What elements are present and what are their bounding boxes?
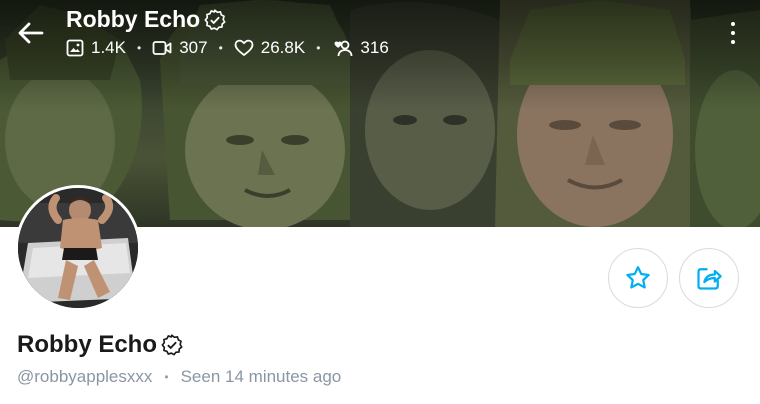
profile-display-name: Robby Echo [17,331,158,358]
header-title: Robby Echo [66,6,226,33]
share-icon [697,268,722,290]
kebab-dot [731,22,735,26]
more-options-button[interactable] [722,20,744,46]
stat-photos: 1.4K [66,38,126,58]
separator-dot: • [136,41,142,55]
stat-fans-value: 316 [360,38,389,57]
stat-fans: 316 [331,38,389,58]
kebab-dot [731,40,735,44]
arrow-left-icon [18,22,44,44]
stat-photos-value: 1.4K [91,38,126,57]
avatar[interactable] [15,185,141,311]
stat-likes: 26.8K [234,38,305,58]
avatar-photo [18,188,138,308]
stat-likes-value: 26.8K [260,38,306,57]
verified-badge-icon [204,8,226,31]
profile-subline: @robbyapplesxxx • Seen 14 minutes ago [17,367,341,387]
heart-icon [234,39,254,56]
separator-dot: • [164,370,169,384]
stat-videos-value: 307 [179,38,208,57]
image-icon [66,39,84,57]
star-icon [626,266,650,289]
verified-badge-icon [161,334,183,356]
fans-icon [334,40,353,57]
share-button[interactable] [679,248,739,308]
header-display-name: Robby Echo [66,6,201,32]
back-button[interactable] [14,18,48,48]
kebab-dot [731,31,735,35]
separator-dot: • [218,41,223,55]
video-icon [152,41,172,55]
header-stats: 1.4K • 307 • 26.8K • 316 [66,38,389,58]
favorite-button[interactable] [608,248,668,308]
stat-videos: 307 [152,38,208,58]
cover-image [0,0,760,227]
last-seen-status: Seen 14 minutes ago [180,367,342,386]
separator-dot: • [316,41,321,55]
profile-name: Robby Echo [17,331,183,359]
profile-username: @robbyapplesxxx [17,367,153,386]
